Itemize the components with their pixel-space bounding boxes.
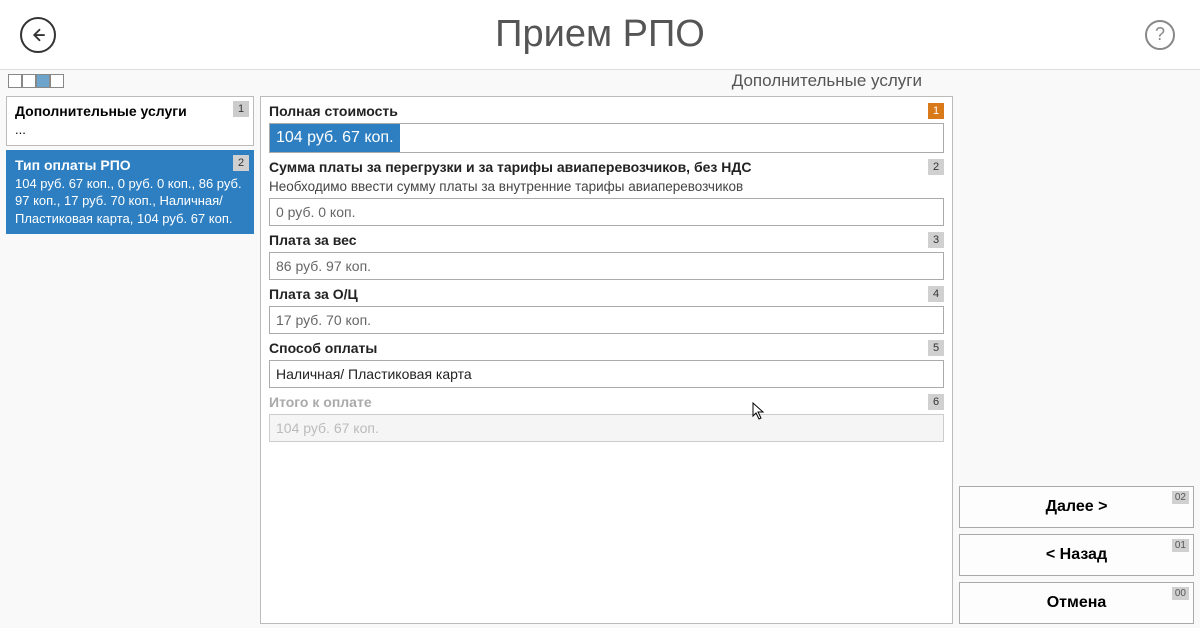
keyboard-hint: 01: [1172, 539, 1189, 552]
weight-fee-input[interactable]: [269, 252, 944, 280]
sidebar-item-title: Тип оплаты РПО: [15, 157, 245, 173]
field-oc-fee: Плата за О/Ц 4: [269, 286, 944, 334]
back-icon-button[interactable]: [20, 17, 56, 53]
sidebar: Дополнительные услуги ... 1 Тип оплаты Р…: [6, 96, 254, 624]
sidebar-item-number: 1: [233, 101, 249, 117]
cancel-button[interactable]: Отмена 00: [959, 582, 1194, 624]
field-label: Полная стоимость: [269, 103, 944, 119]
header: Прием РПО ?: [0, 0, 1200, 70]
progress-indicator: [8, 74, 64, 88]
progress-step: [50, 74, 64, 88]
payment-method-input[interactable]: [269, 360, 944, 388]
field-number: 2: [928, 159, 944, 175]
field-total: Итого к оплате 6: [269, 394, 944, 442]
field-label: Сумма платы за перегрузки и за тарифы ав…: [269, 159, 944, 175]
field-payment-method: Способ оплаты 5: [269, 340, 944, 388]
field-number: 1: [928, 103, 944, 119]
field-label: Способ оплаты: [269, 340, 944, 356]
content: Дополнительные услуги ... 1 Тип оплаты Р…: [0, 92, 1200, 628]
progress-step: [22, 74, 36, 88]
field-weight-fee: Плата за вес 3: [269, 232, 944, 280]
progress-step-active: [36, 74, 50, 88]
sidebar-item-body: ...: [15, 121, 245, 139]
main-form: Полная стоимость 1 104 руб. 67 коп. Сумм…: [260, 96, 953, 624]
keyboard-hint: 00: [1172, 587, 1189, 600]
help-button[interactable]: ?: [1145, 20, 1175, 50]
progress-step: [8, 74, 22, 88]
total-input: [269, 414, 944, 442]
oc-fee-input[interactable]: [269, 306, 944, 334]
field-label: Плата за вес: [269, 232, 944, 248]
next-button[interactable]: Далее > 02: [959, 486, 1194, 528]
page-title: Прием РПО: [20, 13, 1180, 56]
field-number: 4: [928, 286, 944, 302]
sidebar-item-body: 104 руб. 67 коп., 0 руб. 0 коп., 86 руб.…: [15, 175, 245, 228]
full-cost-input[interactable]: 104 руб. 67 коп.: [269, 123, 944, 153]
back-button[interactable]: < Назад 01: [959, 534, 1194, 576]
sidebar-item-number: 2: [233, 155, 249, 171]
field-number: 5: [928, 340, 944, 356]
field-number: 3: [928, 232, 944, 248]
field-hint: Необходимо ввести сумму платы за внутрен…: [269, 179, 944, 194]
sidebar-item-payment-type[interactable]: Тип оплаты РПО 104 руб. 67 коп., 0 руб. …: [6, 150, 254, 235]
air-fee-input[interactable]: [269, 198, 944, 226]
field-label: Плата за О/Ц: [269, 286, 944, 302]
keyboard-hint: 02: [1172, 491, 1189, 504]
help-icon: ?: [1155, 24, 1165, 45]
nav-panel: Далее > 02 < Назад 01 Отмена 00: [959, 96, 1194, 624]
subheader: Дополнительные услуги: [0, 70, 1200, 92]
field-number: 6: [928, 394, 944, 410]
field-full-cost: Полная стоимость 1 104 руб. 67 коп.: [269, 103, 944, 153]
field-air-fee: Сумма платы за перегрузки и за тарифы ав…: [269, 159, 944, 226]
arrow-left-icon: [29, 26, 47, 44]
sidebar-item-additional-services[interactable]: Дополнительные услуги ... 1: [6, 96, 254, 146]
section-heading: Дополнительные услуги: [732, 71, 922, 91]
sidebar-item-title: Дополнительные услуги: [15, 103, 245, 119]
field-label: Итого к оплате: [269, 394, 944, 410]
